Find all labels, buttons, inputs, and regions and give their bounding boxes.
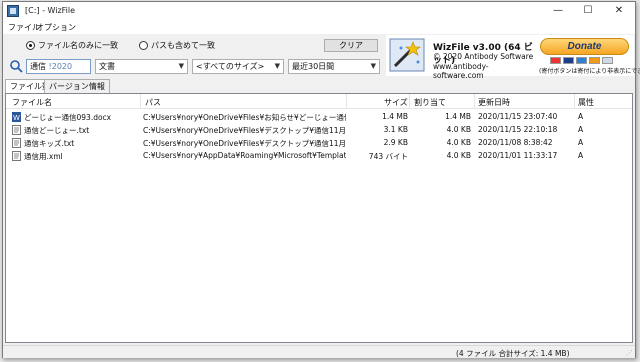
file-attributes: A bbox=[578, 112, 584, 121]
file-allocated: 4.0 KB bbox=[446, 125, 471, 134]
table-row[interactable]: 通信どーじょー.txt C:¥Users¥nory¥OneDrive¥Files… bbox=[6, 124, 632, 136]
chevron-down-icon: ▼ bbox=[370, 62, 376, 70]
card-logo-icon bbox=[576, 57, 587, 64]
match-filename-radio[interactable]: ファイル名のみに一致 bbox=[26, 40, 118, 51]
donate-panel: Donate (寄付ボタンは寄付により非表示にできます) bbox=[536, 35, 640, 76]
search-icon bbox=[10, 60, 23, 73]
table-row[interactable]: 通信キッズ.txt C:¥Users¥nory¥OneDrive¥Files¥デ… bbox=[6, 137, 632, 149]
file-modified: 2020/11/15 23:07:40 bbox=[478, 112, 558, 121]
match-filename-label: ファイル名のみに一致 bbox=[38, 41, 118, 50]
file-path: C:¥Users¥nory¥OneDrive¥Files¥デスクトップ¥通信11… bbox=[143, 139, 346, 148]
clear-button[interactable]: クリア bbox=[324, 39, 378, 52]
file-name: どーじょー通信093.docx bbox=[24, 113, 112, 122]
file-name: 通信キッズ.txt bbox=[24, 139, 75, 148]
text-file-icon bbox=[12, 138, 21, 148]
status-bar: (4 ファイル 合計サイズ: 1.4 MB) ⋰ bbox=[3, 345, 635, 358]
column-header-path[interactable]: パス bbox=[145, 97, 161, 108]
window-title: [C:] - WizFile bbox=[25, 6, 76, 15]
about-copyright: © 2020 Antibody Software bbox=[433, 52, 534, 61]
file-size-value: <すべてのサイズ> bbox=[196, 62, 265, 71]
card-logo-icon bbox=[589, 57, 600, 64]
tab-bar: ファイル数 バージョン情報 bbox=[3, 79, 635, 93]
column-divider[interactable] bbox=[474, 94, 475, 109]
file-size: 1.4 MB bbox=[382, 112, 408, 121]
date-range-value: 最近30日間 bbox=[292, 62, 335, 71]
file-size: 2.9 KB bbox=[383, 138, 408, 147]
file-attributes: A bbox=[578, 151, 584, 160]
table-row[interactable]: W どーじょー通信093.docx C:¥Users¥nory¥OneDrive… bbox=[6, 111, 632, 123]
file-type-select[interactable]: 文書 ▼ bbox=[95, 59, 188, 74]
tab-version-info[interactable]: バージョン情報 bbox=[44, 79, 110, 93]
file-name: 通信用.xml bbox=[24, 152, 63, 161]
search-query-hint: !2020 bbox=[48, 62, 73, 71]
column-header-modified[interactable]: 更新日時 bbox=[478, 97, 510, 108]
maximize-button[interactable]: ☐ bbox=[573, 2, 603, 20]
file-attributes: A bbox=[578, 138, 584, 147]
date-range-select[interactable]: 最近30日間 ▼ bbox=[288, 59, 380, 74]
file-size-select[interactable]: <すべてのサイズ> ▼ bbox=[192, 59, 284, 74]
file-allocated: 4.0 KB bbox=[446, 151, 471, 160]
file-size: 3.1 KB bbox=[383, 125, 408, 134]
search-panel: ファイル名のみに一致 パスも含めて一致 クリア 通信 !2020 文書 ▼ <す… bbox=[3, 35, 383, 77]
xml-file-icon bbox=[12, 151, 21, 161]
radio-selected-indicator bbox=[26, 41, 35, 50]
search-query: 通信 bbox=[30, 62, 46, 71]
file-modified: 2020/11/08 8:38:42 bbox=[478, 138, 553, 147]
close-button[interactable]: ✕ bbox=[604, 2, 634, 20]
file-modified: 2020/11/01 11:33:17 bbox=[478, 151, 558, 160]
about-panel: WizFile v3.00 (64 ビット) © 2020 Antibody S… bbox=[386, 35, 536, 80]
file-name: 通信どーじょー.txt bbox=[24, 126, 90, 135]
match-path-radio[interactable]: パスも含めて一致 bbox=[139, 40, 215, 51]
column-header-size[interactable]: サイズ bbox=[384, 97, 408, 108]
search-input[interactable]: 通信 !2020 bbox=[26, 59, 91, 74]
radio-unselected-indicator bbox=[139, 41, 148, 50]
wizard-wand-logo-icon bbox=[389, 38, 425, 72]
column-divider[interactable] bbox=[140, 94, 141, 109]
file-modified: 2020/11/15 22:10:18 bbox=[478, 125, 558, 134]
menu-option[interactable]: オプション bbox=[36, 22, 76, 33]
wizfile-app-icon bbox=[7, 5, 19, 17]
card-logo-icon bbox=[602, 57, 613, 64]
svg-text:W: W bbox=[13, 114, 20, 122]
text-file-icon bbox=[12, 125, 21, 135]
status-summary: (4 ファイル 合計サイズ: 1.4 MB) bbox=[456, 349, 570, 358]
app-window: [C:] - WizFile — ☐ ✕ ファイル オプション ファイル名のみに… bbox=[2, 1, 640, 358]
chevron-down-icon: ▼ bbox=[178, 62, 184, 70]
donate-note: (寄付ボタンは寄付により非表示にできます) bbox=[539, 68, 640, 75]
file-allocated: 1.4 MB bbox=[445, 112, 471, 121]
column-header-attributes[interactable]: 属性 bbox=[578, 97, 594, 108]
column-divider[interactable] bbox=[574, 94, 575, 109]
file-path: C:¥Users¥nory¥OneDrive¥Files¥デスクトップ¥通信11… bbox=[143, 126, 346, 135]
title-bar: [C:] - WizFile — ☐ ✕ bbox=[3, 2, 635, 20]
donate-button[interactable]: Donate bbox=[540, 38, 629, 55]
column-header-name[interactable]: ファイル名 bbox=[12, 97, 52, 108]
menu-bar: ファイル オプション bbox=[3, 20, 635, 34]
file-size: 743 バイト bbox=[368, 152, 408, 161]
table-row[interactable]: 通信用.xml C:¥Users¥nory¥AppData¥Roaming¥Mi… bbox=[6, 150, 632, 162]
file-path: C:¥Users¥nory¥OneDrive¥Files¥お知らせ¥どーじょー通… bbox=[143, 113, 346, 122]
column-header-allocated[interactable]: 割り当て bbox=[414, 97, 446, 108]
column-divider[interactable] bbox=[409, 94, 410, 109]
list-header: ファイル名 パス サイズ 割り当て 更新日時 属性 bbox=[6, 94, 632, 109]
file-type-value: 文書 bbox=[99, 62, 115, 71]
file-allocated: 4.0 KB bbox=[446, 138, 471, 147]
word-icon: W bbox=[12, 112, 21, 122]
resize-grip-icon[interactable]: ⋰ bbox=[626, 349, 633, 357]
about-url-link[interactable]: www.antibody-software.com bbox=[433, 62, 536, 80]
column-divider[interactable] bbox=[346, 94, 347, 109]
minimize-button[interactable]: — bbox=[543, 2, 573, 20]
file-path: C:¥Users¥nory¥AppData¥Roaming¥Microsoft¥… bbox=[143, 151, 346, 160]
payment-cards bbox=[550, 57, 613, 64]
card-logo-icon bbox=[550, 57, 561, 64]
file-attributes: A bbox=[578, 125, 584, 134]
match-path-label: パスも含めて一致 bbox=[151, 41, 215, 50]
chevron-down-icon: ▼ bbox=[274, 62, 280, 70]
card-logo-icon bbox=[563, 57, 574, 64]
results-list: ファイル名 パス サイズ 割り当て 更新日時 属性 W どーじょー通信093.d… bbox=[5, 93, 633, 343]
